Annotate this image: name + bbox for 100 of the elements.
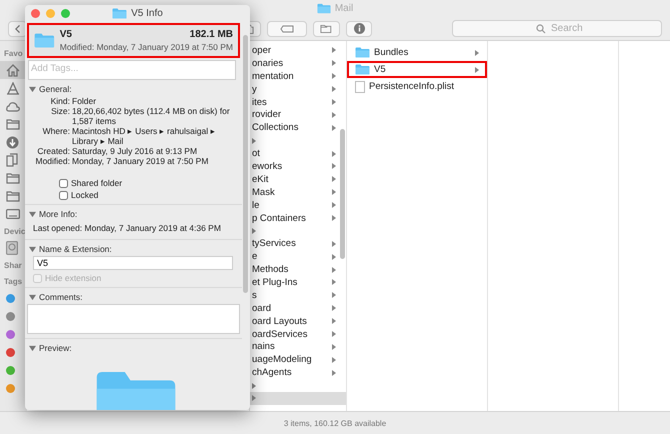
folder-icon: [6, 172, 20, 184]
field-label: Modified:: [34, 156, 70, 166]
folder-row[interactable]: tyServices: [250, 237, 346, 250]
search-field[interactable]: Search: [452, 20, 662, 37]
folder-name: Methods: [252, 264, 290, 276]
folder-row[interactable]: Mask: [250, 186, 346, 199]
folder-row[interactable]: oard: [250, 302, 346, 315]
checkbox[interactable]: [59, 190, 68, 200]
folder-row[interactable]: eKit: [250, 172, 346, 186]
sidebar-heading: Favo: [3, 48, 24, 60]
disclosure-triangle-icon[interactable]: [29, 344, 36, 352]
comments-field[interactable]: [27, 304, 240, 334]
modified-date: Modified: Monday, 7 January 2019 at 7:50 PM: [60, 42, 233, 52]
folder-icon: [355, 64, 370, 75]
tag-dot[interactable]: [6, 366, 15, 374]
folder-name: ot: [252, 148, 261, 160]
folder-name: tyServices: [252, 238, 297, 250]
info-button[interactable]: [346, 20, 372, 36]
folder-row[interactable]: rovider: [250, 108, 346, 122]
folder-row[interactable]: p Containers: [250, 212, 346, 224]
field-value: Saturday, 9 July 2016 at 9:13 PM: [72, 146, 198, 156]
tags-field[interactable]: Add Tags...: [28, 60, 236, 80]
folder-row[interactable]: nains: [250, 340, 346, 354]
folder-name: oardServices: [252, 328, 308, 340]
folder-row[interactable]: ot: [250, 147, 346, 160]
sidebar-item[interactable]: [0, 61, 27, 79]
field-label: Kind:: [50, 96, 70, 106]
disclosure-triangle-icon[interactable]: [29, 294, 36, 300]
folder-row[interactable]: e: [250, 250, 346, 264]
item-name: V5: [60, 29, 72, 40]
disclosure-arrow-icon: [252, 138, 256, 144]
tag-button[interactable]: [267, 20, 308, 36]
folder-row[interactable]: le: [250, 198, 346, 212]
folder-row[interactable]: oardServices: [250, 328, 346, 340]
section-title: Name & Extension:: [39, 244, 112, 254]
window-title: V5 Info: [131, 8, 163, 18]
folder-name: nains: [252, 341, 276, 352]
folder-row[interactable]: Collections: [250, 121, 346, 134]
folder-name: eKit: [252, 174, 270, 185]
download-icon: [6, 136, 19, 148]
folder-row[interactable]: ites: [250, 96, 346, 108]
folder-row[interactable]: eworks: [250, 160, 346, 173]
name-field[interactable]: V5: [33, 256, 233, 270]
status-text: 3 items, 160.12 GB available: [284, 418, 386, 428]
disclosure-arrow-icon: [252, 228, 256, 234]
new-folder-button[interactable]: [313, 20, 340, 36]
tag-dot[interactable]: [6, 312, 15, 320]
folder-name: Mask: [252, 186, 276, 198]
folder-name: uageModeling: [252, 354, 313, 366]
disclosure-arrow-icon: [475, 50, 479, 56]
documents-icon: [6, 153, 19, 167]
letter-a-icon: [6, 82, 20, 94]
file-name: PersistenceInfo.plist: [369, 81, 456, 92]
folder-name: oard Layouts: [252, 316, 308, 327]
tag-dot[interactable]: [6, 330, 15, 338]
disclosure-triangle-icon[interactable]: [29, 210, 36, 218]
scrollbar-thumb[interactable]: [243, 35, 248, 293]
file-row[interactable]: Bundles: [347, 44, 487, 61]
folder-name: Collections: [252, 122, 300, 134]
checkbox-label: Locked: [71, 190, 98, 200]
field-value: Monday, 7 January 2019 at 7:50 PM: [72, 156, 210, 166]
back-button[interactable]: [8, 20, 28, 36]
folder-plus-icon: [320, 24, 333, 34]
folder-row[interactable]: chAgents: [250, 366, 346, 380]
folder-icon: [355, 47, 370, 58]
scrollbar-thumb[interactable]: [340, 129, 345, 259]
folder-row[interactable]: oper: [250, 44, 346, 57]
home-icon: [6, 64, 20, 76]
checkbox[interactable]: [59, 178, 68, 188]
folder-row[interactable]: et Plug-Ins: [250, 276, 346, 289]
folder-row[interactable]: uageModeling: [250, 353, 346, 366]
folder-row[interactable]: s: [250, 288, 346, 302]
window-title: Mail: [334, 3, 354, 14]
folder-row[interactable]: mentation: [250, 70, 346, 83]
field-label: Created:: [36, 146, 70, 156]
info-icon: [354, 23, 364, 34]
tag-dot[interactable]: [6, 384, 15, 392]
field-label: Where:: [42, 126, 70, 138]
folder-name: p Containers: [252, 212, 307, 224]
folder-row[interactable]: y: [250, 82, 346, 96]
tag-dot[interactable]: [6, 348, 15, 356]
sidebar-heading: Devic: [3, 226, 26, 238]
folder-icon: [6, 118, 20, 130]
close-button[interactable]: [31, 9, 40, 18]
file-row[interactable]: PersistenceInfo.plist: [347, 78, 487, 95]
folder-row[interactable]: oard Layouts: [250, 314, 346, 328]
disclosure-triangle-icon[interactable]: [29, 246, 36, 252]
zoom-button[interactable]: [61, 9, 70, 18]
section-title: More Info:: [39, 209, 78, 219]
file-name: V5: [374, 64, 387, 75]
section-title: Comments:: [39, 292, 82, 302]
sidebar-heading: Tags: [3, 276, 24, 288]
tag-dot[interactable]: [6, 294, 15, 302]
field-value: Monday, 7 January 2019 at 4:36 PM: [84, 223, 221, 233]
file-row[interactable]: V5: [347, 61, 487, 78]
folder-name: s: [252, 290, 258, 301]
folder-row[interactable]: Methods: [250, 263, 346, 276]
folder-row[interactable]: onaries: [250, 56, 346, 70]
disclosure-triangle-icon[interactable]: [29, 86, 36, 92]
field-value: 18,20,66,402 bytes (112.4 MB on disk) for 1,587 items: [72, 106, 231, 126]
